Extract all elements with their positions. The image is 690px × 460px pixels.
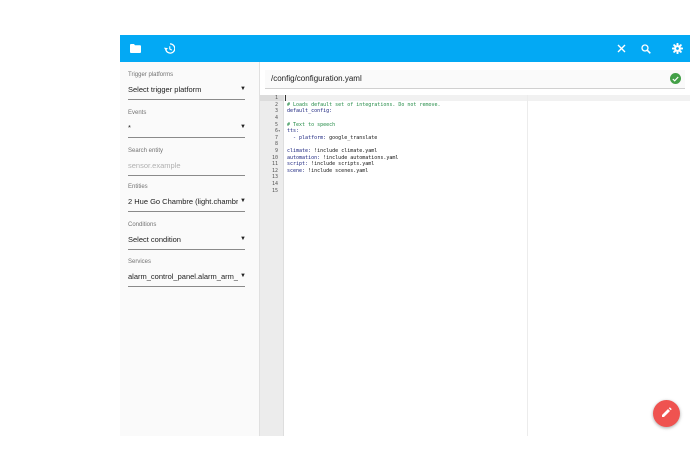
trigger-platforms-value: Select trigger platform [128,85,202,94]
dropdown-arrow-icon: ▼ [240,198,246,204]
conditions-value: Select condition [128,235,181,244]
code-line: # Loads default set of integrations. Do … [287,102,441,109]
conditions-label: Conditions [128,222,157,228]
active-line-highlight [284,95,690,101]
services-select[interactable]: alarm_control_panel.alarm_arm_away ▼ [128,271,246,287]
code-line: climate: !include climate.yaml [287,148,377,155]
yaml-key: scene: [287,167,306,174]
line-number: 8 [274,141,278,148]
yaml-key: script: [287,161,309,168]
toolbar [120,35,690,62]
conditions-select[interactable]: Select condition ▼ [128,234,246,250]
line-number: 9 [274,148,278,154]
line-number: 3 [274,108,278,115]
code-area[interactable]: # Loads default set of integrations. Do … [284,95,690,436]
entities-label: Entities [128,184,148,190]
search-entity-label: Search entity [128,148,164,154]
yaml-key: default_config: [287,108,333,115]
line-number: 13 [271,174,278,181]
dropdown-arrow-icon: ▼ [240,273,246,279]
yaml-key: automation: [287,154,321,161]
code-editor[interactable]: 1 2 3 4 5 6 ▾ 7 8 9 10 11 12 13 14 15 # Loads default s… [260,95,690,436]
line-number: 10 [271,154,278,161]
edit-fab-button[interactable] [653,400,680,427]
code-line: default_config: [287,108,332,115]
print-margin [527,95,528,436]
line-number: 4 [274,115,278,121]
dropdown-arrow-icon: ▼ [240,86,246,92]
yaml-value: !include climate.yaml [311,148,378,154]
services-value: alarm_control_panel.alarm_arm_away [128,272,238,281]
fold-toggle-icon[interactable]: ▾ [278,128,280,135]
yaml-value: !include scenes.yaml [305,167,369,174]
search-entity-placeholder: sensor.example [128,161,181,170]
code-line: script: !include scripts.yaml [287,161,374,168]
search-icon[interactable] [634,35,658,62]
line-number: 11 [271,161,278,168]
yaml-comment: # Text to speech [287,121,336,128]
line-number: 5 [274,121,278,128]
dropdown-arrow-icon: ▼ [240,124,246,130]
services-label: Services [128,259,152,265]
line-number: 14 [271,181,278,187]
code-line: tts: [287,128,299,135]
code-line: - platform: google_translate [287,135,377,142]
trigger-platforms-select[interactable]: Select trigger platform ▼ [128,84,246,100]
line-number: 1 [274,95,278,102]
code-line: automation: !include automations.yaml [287,155,398,162]
dropdown-arrow-icon: ▼ [240,236,246,242]
entities-select[interactable]: 2 Hue Go Chambre (light.chambre_a... ▼ [128,196,246,212]
line-number: 15 [271,187,278,194]
file-path-bar[interactable]: /config/configuration.yaml [265,70,685,89]
code-line: # Text to speech [287,122,335,129]
configurator-app: Trigger platforms Select trigger platfor… [120,35,690,436]
line-gutter: 1 2 3 4 5 6 ▾ 7 8 9 10 11 12 13 14 15 [260,95,284,436]
text-cursor [285,95,286,101]
pencil-icon [661,405,672,423]
yaml-key: - platform: [287,134,327,141]
close-icon[interactable] [609,35,633,62]
yaml-value: google_translate [326,134,378,141]
gear-icon[interactable] [665,35,689,62]
events-label: Events [128,110,147,116]
entities-value: 2 Hue Go Chambre (light.chambre_a... [128,197,238,206]
yaml-key: climate: [287,148,312,154]
line-number: 6 [274,128,278,135]
sidebar: Trigger platforms Select trigger platfor… [120,62,260,436]
line-number: 7 [274,134,278,141]
line-number: 2 [274,101,278,108]
history-icon[interactable] [157,35,181,62]
yaml-comment: # Loads default set of integrations. Do … [287,101,441,108]
yaml-value: !include automations.yaml [320,154,399,161]
code-line: scene: !include scenes.yaml [287,168,368,175]
trigger-platforms-label: Trigger platforms [128,72,174,78]
yaml-key: tts: [287,128,300,135]
search-entity-input[interactable]: sensor.example [128,160,245,176]
yaml-value: !include scripts.yaml [308,161,375,168]
line-number: 12 [271,167,278,174]
editor-panel: /config/configuration.yaml 1 2 3 4 5 6 ▾ 7 8 9 10 1… [260,62,690,436]
events-select[interactable]: * ▼ [128,122,246,138]
folder-icon[interactable] [123,35,147,62]
file-path: /config/configuration.yaml [271,74,362,83]
check-circle-icon [670,73,681,84]
events-value: * [128,123,131,132]
